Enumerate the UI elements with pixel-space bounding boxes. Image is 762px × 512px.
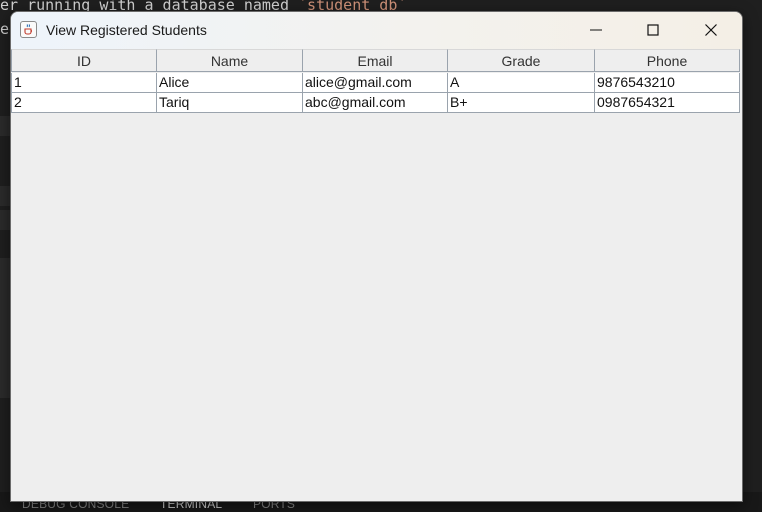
students-window: View Registered Students ID Name Email G… (10, 11, 743, 502)
close-button[interactable] (683, 12, 741, 49)
table-header: ID Name Email Grade Phone (11, 49, 740, 73)
cell-id[interactable]: 1 (11, 73, 157, 93)
column-header-phone[interactable]: Phone (595, 49, 740, 72)
cell-name[interactable]: Alice (157, 73, 303, 93)
maximize-button[interactable] (625, 12, 683, 49)
cell-grade[interactable]: A (448, 73, 595, 93)
java-cup-icon[interactable] (20, 21, 37, 38)
cell-grade[interactable]: B+ (448, 93, 595, 113)
column-header-grade[interactable]: Grade (448, 49, 595, 72)
close-icon (705, 24, 717, 36)
cell-phone[interactable]: 0987654321 (595, 93, 740, 113)
cell-email[interactable]: alice@gmail.com (303, 73, 448, 93)
cell-phone[interactable]: 9876543210 (595, 73, 740, 93)
table-row[interactable]: 2 Tariq abc@gmail.com B+ 0987654321 (11, 93, 740, 113)
minimize-button[interactable] (568, 12, 626, 49)
cell-name[interactable]: Tariq (157, 93, 303, 113)
cell-email[interactable]: abc@gmail.com (303, 93, 448, 113)
table-row[interactable]: 1 Alice alice@gmail.com A 9876543210 (11, 73, 740, 93)
students-table[interactable]: ID Name Email Grade Phone 1 Alice alice@… (11, 49, 740, 113)
maximize-icon (647, 24, 659, 36)
cell-id[interactable]: 2 (11, 93, 157, 113)
column-header-id[interactable]: ID (11, 49, 157, 72)
minimize-icon (590, 29, 602, 31)
title-bar[interactable]: View Registered Students (11, 12, 742, 49)
column-header-email[interactable]: Email (303, 49, 448, 72)
window-title: View Registered Students (46, 22, 207, 38)
column-header-name[interactable]: Name (157, 49, 303, 72)
